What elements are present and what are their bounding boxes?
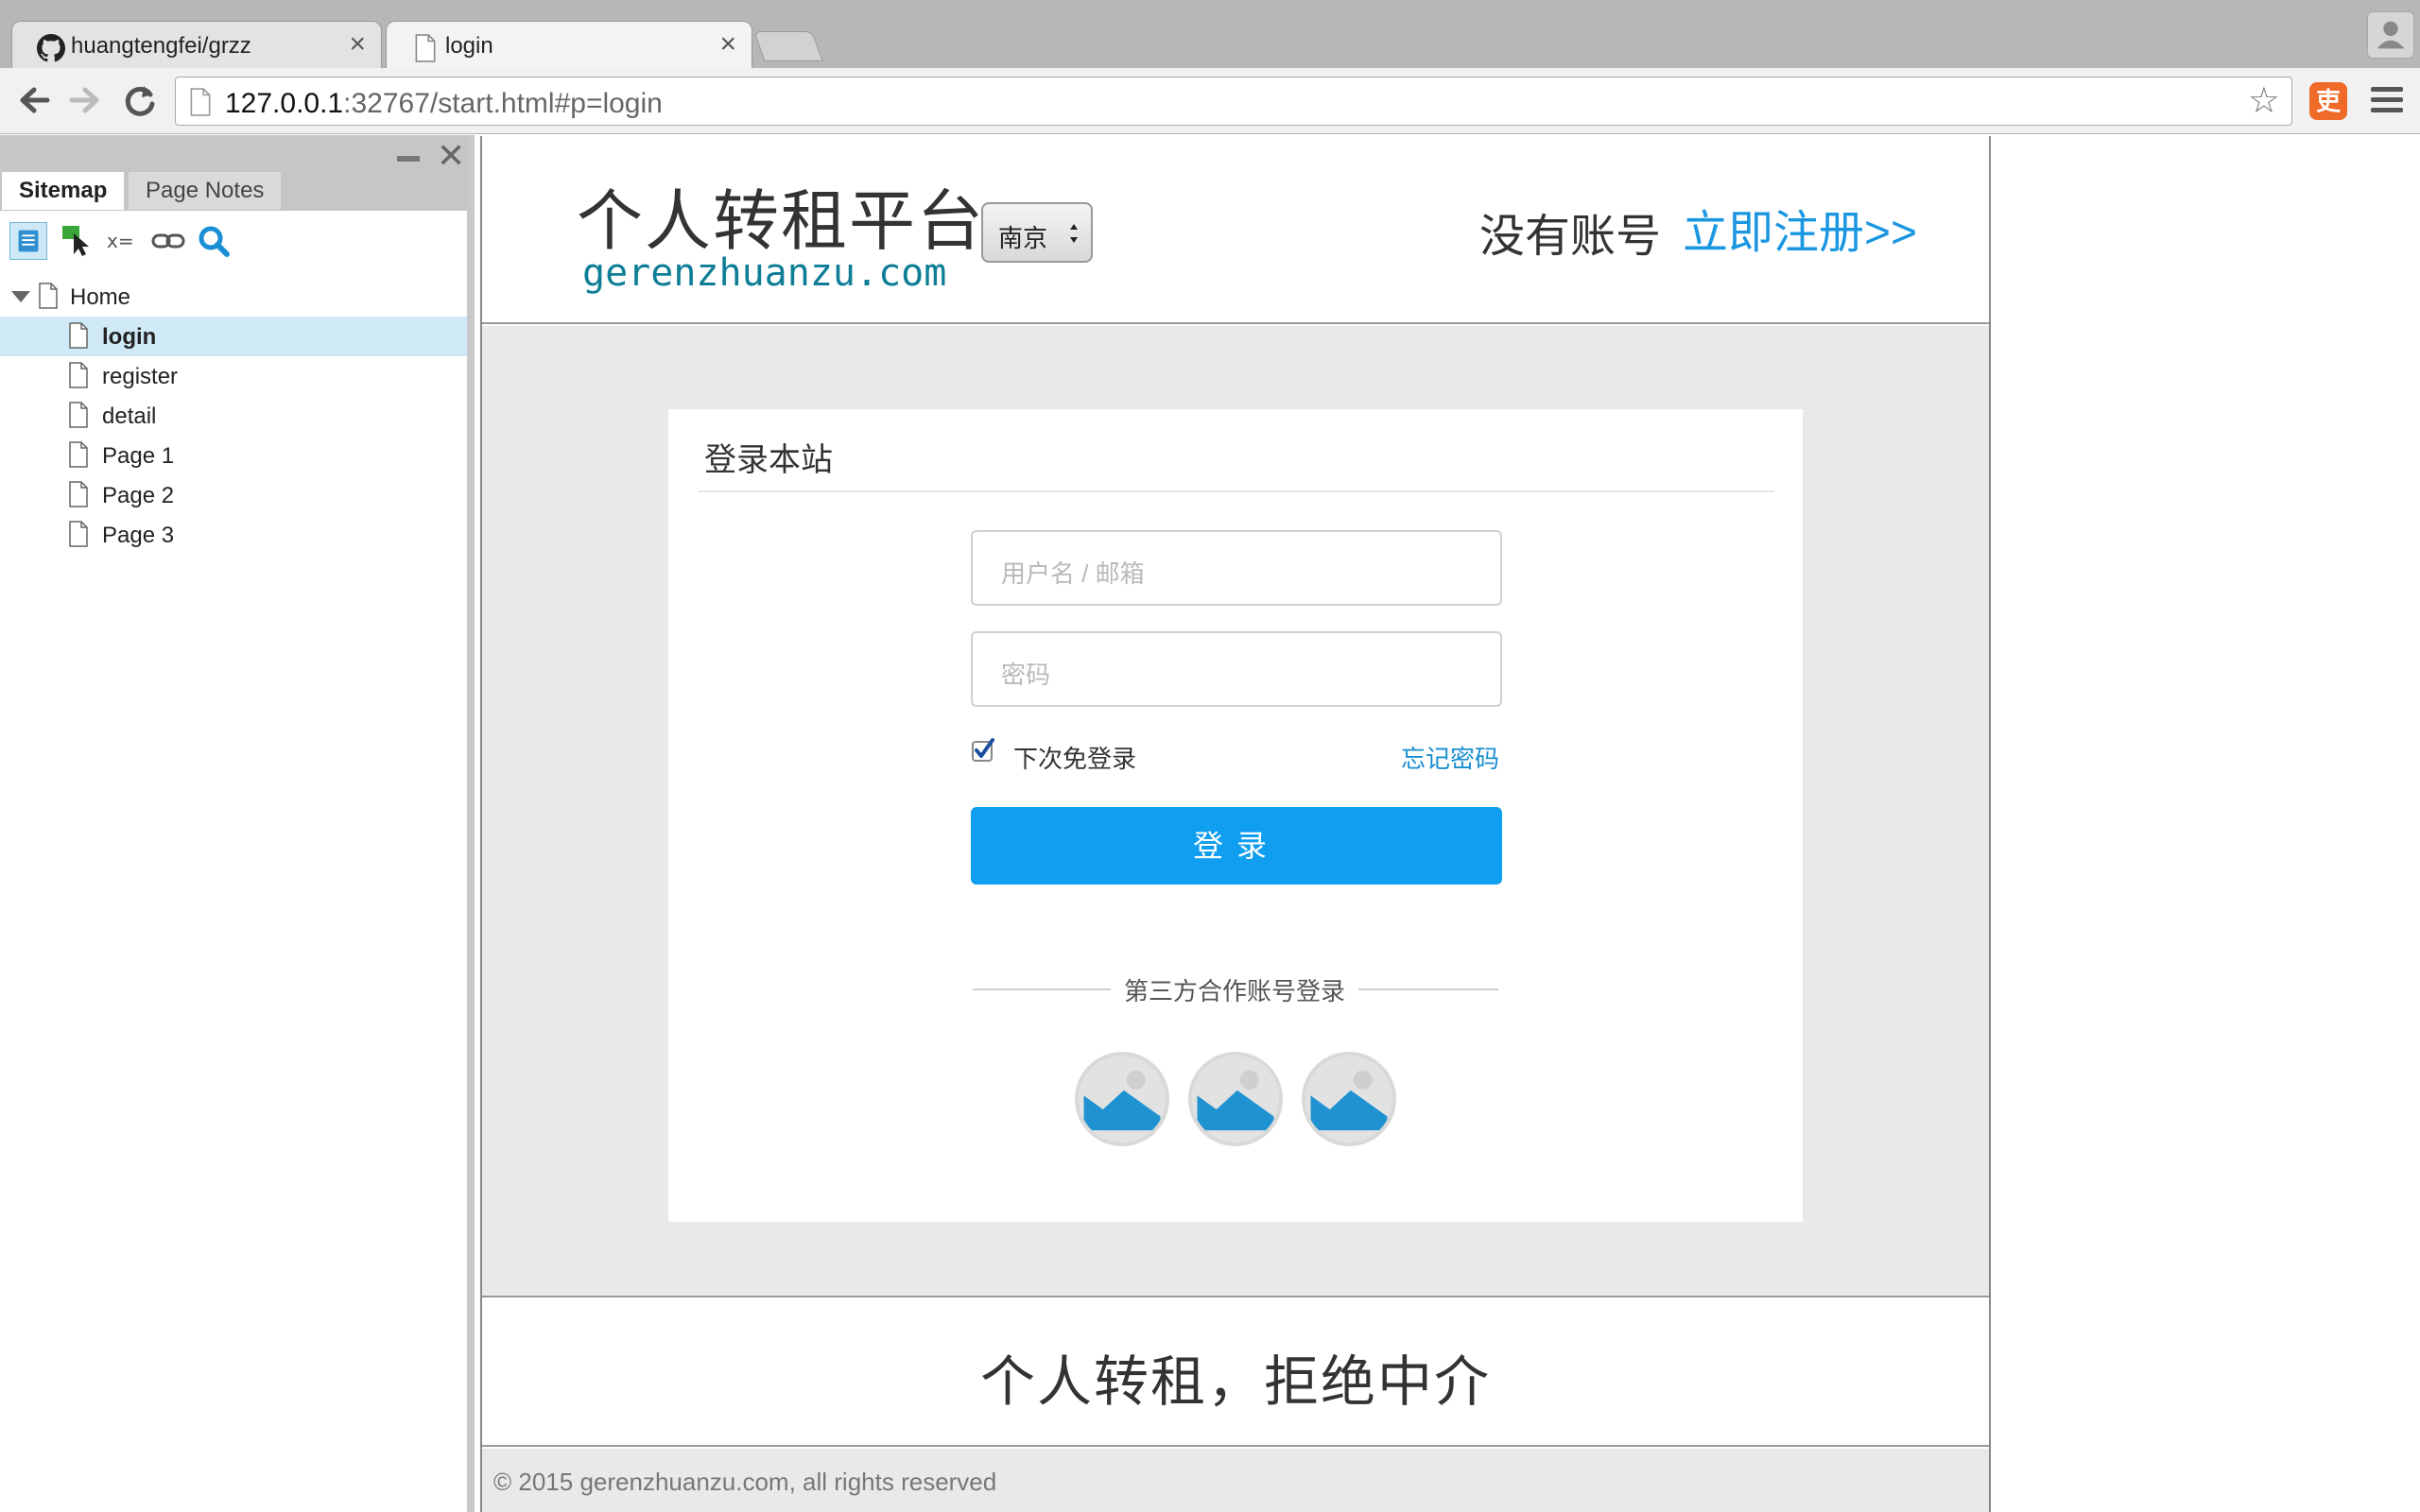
bookmark-star-icon[interactable]: ☆ xyxy=(2248,83,2280,119)
github-icon xyxy=(37,34,65,62)
tab-close-icon[interactable]: × xyxy=(719,30,736,59)
third-party-login-label: 第三方合作账号登录 xyxy=(1124,977,1346,1005)
svg-text:x=: x= xyxy=(107,230,134,252)
browser-menu-icon[interactable] xyxy=(2371,87,2403,115)
tree-item-page-3[interactable]: Page 3 xyxy=(0,515,467,555)
page-icon xyxy=(190,88,211,116)
no-account-text: 没有账号 xyxy=(1479,212,1662,262)
copyright-text: © 2015 gerenzhuanzu.com, all rights rese… xyxy=(493,1468,997,1496)
divider xyxy=(973,988,1111,990)
link-icon[interactable] xyxy=(149,222,187,260)
city-select[interactable]: 南京 xyxy=(981,202,1093,263)
forward-arrow-icon[interactable] xyxy=(66,81,104,119)
search-icon[interactable] xyxy=(195,222,233,260)
tab-sitemap[interactable]: Sitemap xyxy=(2,172,125,210)
tree-item-label: Page 2 xyxy=(102,483,175,508)
minimize-icon[interactable] xyxy=(397,156,420,162)
page-icon xyxy=(39,283,58,309)
page-icon xyxy=(415,34,436,62)
caret-down-icon[interactable] xyxy=(11,291,30,302)
tree-item-label: register xyxy=(102,364,179,389)
register-link[interactable]: 立即注册>> xyxy=(1683,195,1917,261)
login-button[interactable]: 登录 xyxy=(971,807,1502,885)
tab-close-icon[interactable]: × xyxy=(349,30,366,59)
divider xyxy=(699,490,1774,492)
login-section: 登录本站 用户名 / 邮箱 密码 下次免登录 忘记密码 登录 第三方合作账号登录 xyxy=(482,326,1989,1297)
url-path: :32767/start.html#p=login xyxy=(343,88,663,119)
sitemap-tree: Home login register detail Page 1 Page 2… xyxy=(0,277,467,555)
sitemap-toolbar: x= xyxy=(0,211,467,267)
remember-me-checkbox[interactable] xyxy=(971,738,995,763)
third-party-login-button-3[interactable] xyxy=(1302,1052,1396,1146)
tab-page-notes[interactable]: Page Notes xyxy=(129,172,282,210)
tree-item-label: Page 1 xyxy=(102,443,175,469)
site-header: 个人转租平台 gerenzhuanzu.com 南京 没有账号 立即注册>> xyxy=(482,136,1989,324)
city-select-value: 南京 xyxy=(998,224,1048,252)
tree-item-label: detail xyxy=(102,404,157,429)
page-icon xyxy=(69,362,88,388)
password-placeholder: 密码 xyxy=(1001,661,1051,689)
new-tab-button[interactable] xyxy=(753,31,823,61)
page-icon xyxy=(69,322,88,349)
browser-tab-strip: huangtengfei/grzz × login × xyxy=(0,0,2420,70)
page-icon xyxy=(69,402,88,428)
pointer-highlight-icon[interactable] xyxy=(59,222,96,260)
image-placeholder-icon xyxy=(1305,1056,1392,1143)
tree-item-home[interactable]: Home xyxy=(0,277,467,317)
slogan-text: 个人转租，拒绝中介 xyxy=(979,1351,1491,1413)
document-list-icon[interactable] xyxy=(9,222,47,260)
site-logo-title[interactable]: 个人转租平台 xyxy=(577,168,985,264)
remember-me-label: 下次免登录 xyxy=(1013,745,1137,773)
third-party-login-button-2[interactable] xyxy=(1188,1052,1283,1146)
tree-item-label: login xyxy=(102,324,157,350)
profile-button[interactable] xyxy=(2367,11,2414,59)
tree-item-label: Home xyxy=(70,284,131,310)
image-placeholder-icon xyxy=(1192,1056,1279,1143)
variables-icon[interactable]: x= xyxy=(104,222,142,260)
sitemap-panel: ✕ Sitemap Page Notes x= Home login regis… xyxy=(0,135,475,1512)
tree-item-login[interactable]: login xyxy=(0,317,467,356)
forgot-password-link[interactable]: 忘记密码 xyxy=(1401,740,1499,775)
reload-icon[interactable] xyxy=(121,81,159,119)
select-arrows-icon xyxy=(1070,224,1078,243)
close-icon[interactable]: ✕ xyxy=(437,139,465,173)
username-input[interactable]: 用户名 / 邮箱 xyxy=(971,530,1502,606)
tab-title: huangtengfei/grzz xyxy=(71,33,251,59)
prototype-frame: 个人转租平台 gerenzhuanzu.com 南京 没有账号 立即注册>> 登… xyxy=(480,136,1991,1512)
divider xyxy=(1358,988,1498,990)
url-text: 127.0.0.1:32767/start.html#p=login xyxy=(225,88,663,120)
back-arrow-icon[interactable] xyxy=(15,81,53,119)
extension-icon[interactable]: 吏 xyxy=(2309,82,2347,120)
browser-tab-login[interactable]: login × xyxy=(386,21,752,70)
login-card: 登录本站 用户名 / 邮箱 密码 下次免登录 忘记密码 登录 第三方合作账号登录 xyxy=(668,409,1803,1222)
tree-item-detail[interactable]: detail xyxy=(0,396,467,436)
address-bar[interactable]: 127.0.0.1:32767/start.html#p=login ☆ xyxy=(175,77,2292,126)
tree-item-label: Page 3 xyxy=(102,523,175,548)
user-icon xyxy=(2377,21,2405,49)
tab-title: login xyxy=(445,33,493,59)
site-logo-domain: gerenzhuanzu.com xyxy=(582,251,947,295)
login-card-title: 登录本站 xyxy=(704,442,833,478)
page-icon xyxy=(69,441,88,468)
password-input[interactable]: 密码 xyxy=(971,631,1502,707)
slogan-section: 个人转租，拒绝中介 xyxy=(482,1299,1989,1447)
page-icon xyxy=(69,521,88,547)
site-footer: © 2015 gerenzhuanzu.com, all rights rese… xyxy=(482,1449,1989,1512)
url-host: 127.0.0.1 xyxy=(225,88,344,119)
browser-tab-github[interactable]: huangtengfei/grzz × xyxy=(11,21,382,70)
sitemap-panel-header: ✕ Sitemap Page Notes xyxy=(0,135,467,211)
tree-item-register[interactable]: register xyxy=(0,356,467,396)
tree-item-page-1[interactable]: Page 1 xyxy=(0,436,467,475)
username-placeholder: 用户名 / 邮箱 xyxy=(1001,559,1145,588)
third-party-login-button-1[interactable] xyxy=(1075,1052,1169,1146)
page-icon xyxy=(69,481,88,507)
image-placeholder-icon xyxy=(1079,1056,1166,1143)
browser-toolbar: 127.0.0.1:32767/start.html#p=login ☆ 吏 xyxy=(0,68,2420,134)
tree-item-page-2[interactable]: Page 2 xyxy=(0,475,467,515)
